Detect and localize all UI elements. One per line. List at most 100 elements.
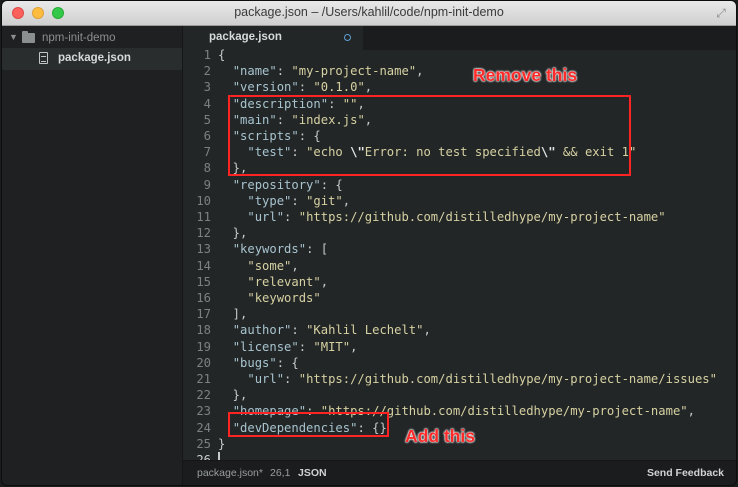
code-token: "git" <box>306 193 343 208</box>
code-editor[interactable]: 1 2 3 4 5 6 7 8 9 10 11 12 13 14 15 16 17 18 19 20 21 22 23 24 2… <box>183 47 736 467</box>
grammar-selector[interactable]: JSON <box>298 467 327 479</box>
code-token: "keywords" <box>247 291 321 305</box>
code-token: : { <box>276 355 299 370</box>
line-number: 15 <box>196 274 211 289</box>
line-number: 11 <box>196 210 211 224</box>
line-number: 6 <box>203 129 211 143</box>
send-feedback-link[interactable]: Send Feedback <box>647 467 724 479</box>
code-line[interactable]: "url": "https://github.com/distilledhype… <box>218 371 717 387</box>
code-token: }, <box>218 226 248 241</box>
line-number: 10 <box>196 193 211 208</box>
code-line[interactable]: "type": "git", <box>218 193 350 209</box>
code-token: , <box>350 339 358 354</box>
code-token: , <box>423 323 431 338</box>
code-token: : <box>291 323 307 338</box>
remove-highlight-box <box>228 95 631 176</box>
code-token: , <box>291 258 299 273</box>
line-number: 19 <box>196 339 211 354</box>
line-number: 12 <box>196 226 211 241</box>
code-token: : <box>284 372 299 386</box>
code-token: "0.1.0" <box>313 80 365 95</box>
code-token: , <box>416 64 424 79</box>
line-number-gutter: 1 2 3 4 5 6 7 8 9 10 11 12 13 14 15 16 17 18 19 20 21 22 23 24 2… <box>183 48 215 467</box>
code-token: "https://github.com/distilledhype/my-pro… <box>298 210 666 224</box>
code-token: { <box>218 48 226 62</box>
code-token: : [ <box>306 242 329 257</box>
line-number: 25 <box>196 436 211 451</box>
code-line[interactable]: "author": "Kahlil Lechelt", <box>218 322 431 338</box>
add-highlight-box <box>228 412 389 437</box>
code-token: ], <box>218 307 248 322</box>
code-line[interactable]: "version": "0.1.0", <box>218 79 372 95</box>
code-line[interactable]: ], <box>218 306 248 322</box>
modified-indicator-icon[interactable] <box>344 34 351 41</box>
code-line[interactable]: }, <box>218 387 248 403</box>
line-number: 20 <box>196 355 211 370</box>
code-line[interactable]: "relevant", <box>218 274 328 290</box>
code-line[interactable]: } <box>218 436 225 452</box>
title-bar: package.json – /Users/kahlil/code/npm-in… <box>2 1 736 26</box>
code-line[interactable]: "some", <box>218 258 299 274</box>
line-number: 3 <box>203 80 211 95</box>
editor-window: package.json – /Users/kahlil/code/npm-in… <box>2 1 736 485</box>
tree-file-package-json[interactable]: package.json <box>2 48 182 70</box>
line-number: 14 <box>196 258 211 273</box>
code-token: "version" <box>232 80 299 95</box>
code-line[interactable]: }, <box>218 225 248 241</box>
status-bar: package.json* 26,1 JSON Send Feedback <box>183 460 736 485</box>
code-token: "repository" <box>232 177 321 192</box>
line-number: 22 <box>196 388 211 403</box>
tree-folder-npm-init-demo[interactable]: ▼ npm-init-demo <box>2 28 182 50</box>
code-line[interactable]: "bugs": { <box>218 355 299 371</box>
status-file-name[interactable]: package.json* <box>197 467 263 479</box>
code-token: : <box>298 339 314 354</box>
window-title: package.json – /Users/kahlil/code/npm-in… <box>234 5 504 19</box>
code-line[interactable]: "keywords" <box>218 290 321 306</box>
code-token: "relevant" <box>247 274 321 289</box>
line-number: 5 <box>203 112 211 127</box>
code-token: "author" <box>232 323 292 338</box>
add-annotation-label: Add this <box>405 426 475 446</box>
tree-view: ▼ npm-init-demo package.json <box>2 26 183 485</box>
code-token: , <box>320 274 329 289</box>
line-number: 17 <box>196 307 211 322</box>
code-line[interactable]: "name": "my-project-name", <box>218 63 424 79</box>
code-line[interactable]: { <box>218 47 225 63</box>
line-number: 16 <box>196 291 211 305</box>
line-number: 1 <box>203 48 211 62</box>
code-line[interactable]: "url": "https://github.com/distilledhype… <box>218 209 666 225</box>
code-token: "Kahlil Lechelt" <box>306 323 424 338</box>
line-number: 18 <box>196 323 211 338</box>
line-number: 2 <box>203 64 211 79</box>
code-token: "keywords" <box>232 242 307 257</box>
line-number: 7 <box>203 145 211 160</box>
tab-bar: package.json <box>183 26 736 50</box>
fullscreen-icon[interactable]: ⤢ <box>714 6 728 20</box>
code-token: "https://github.com/distilledhype/my-pro… <box>298 372 717 386</box>
line-number: 4 <box>203 96 211 111</box>
code-token: : <box>298 80 314 95</box>
code-line[interactable]: "keywords": [ <box>218 241 328 257</box>
cursor-position[interactable]: 26,1 <box>270 467 290 479</box>
line-number: 24 <box>196 420 211 435</box>
code-line[interactable]: "license": "MIT", <box>218 339 358 355</box>
code-line[interactable]: "repository": { <box>218 177 343 193</box>
tab-label: package.json <box>209 31 282 43</box>
code-token: , <box>364 80 373 95</box>
code-token: "name" <box>232 64 277 79</box>
code-token: "license" <box>232 339 299 354</box>
line-number: 23 <box>196 404 211 419</box>
chevron-down-icon[interactable]: ▼ <box>9 32 18 42</box>
code-token: , <box>342 193 351 208</box>
